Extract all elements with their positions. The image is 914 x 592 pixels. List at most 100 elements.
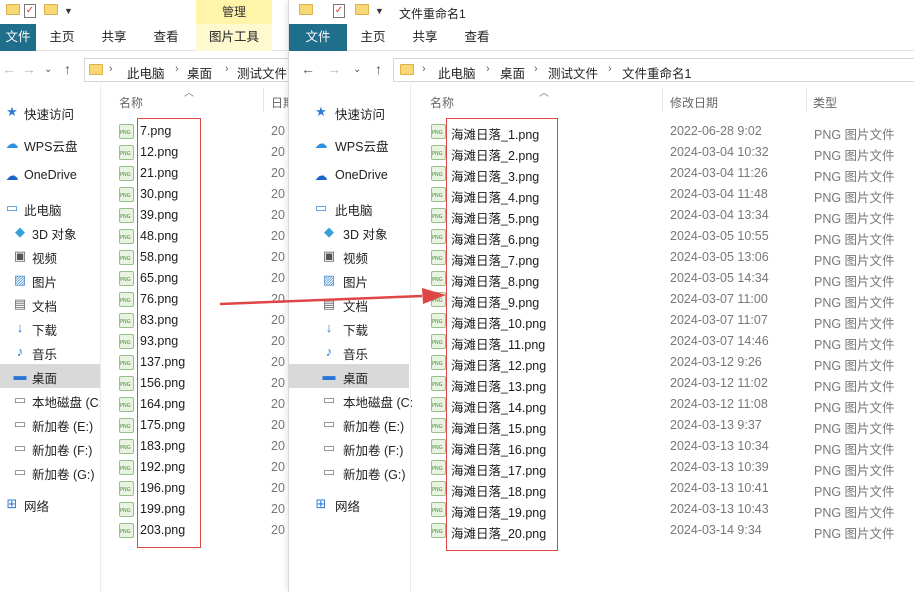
- png-file-icon: [431, 460, 446, 475]
- file-row[interactable]: 海滩日落_7.png2024-03-05 13:06PNG 图片文件: [289, 247, 914, 268]
- column-divider[interactable]: [662, 88, 663, 112]
- file-type: PNG 图片文件: [814, 149, 895, 163]
- breadcrumb-item[interactable]: 文件重命名1: [622, 63, 691, 82]
- column-divider[interactable]: [806, 88, 807, 112]
- file-row[interactable]: 海滩日落_15.png2024-03-13 9:37PNG 图片文件: [289, 415, 914, 436]
- arrow-icon: [219, 288, 446, 306]
- tab-home[interactable]: 主页: [36, 24, 88, 51]
- breadcrumb-item[interactable]: 桌面: [187, 63, 212, 82]
- column-header-type[interactable]: 类型: [813, 94, 837, 111]
- file-date: 2024-03-05 10:55: [670, 229, 769, 243]
- properties-icon[interactable]: ✓: [24, 4, 38, 18]
- column-header-name[interactable]: 名称: [119, 94, 143, 111]
- file-date: 2024-03-04 13:34: [670, 208, 769, 222]
- file-type: PNG 图片文件: [814, 191, 895, 205]
- png-file-icon: [431, 187, 446, 202]
- back-arrow-icon[interactable]: ←: [2, 61, 16, 77]
- column-header-name[interactable]: 名称: [430, 94, 454, 111]
- png-file-icon: [119, 292, 134, 307]
- file-row[interactable]: 海滩日落_14.png2024-03-12 11:08PNG 图片文件: [289, 394, 914, 415]
- file-row[interactable]: 海滩日落_12.png2024-03-12 9:26PNG 图片文件: [289, 352, 914, 373]
- file-row[interactable]: 海滩日落_16.png2024-03-13 10:34PNG 图片文件: [289, 436, 914, 457]
- file-row[interactable]: 海滩日落_17.png2024-03-13 10:39PNG 图片文件: [289, 457, 914, 478]
- file-type: PNG 图片文件: [814, 401, 895, 415]
- properties-icon[interactable]: ✓: [333, 4, 347, 18]
- png-file-icon: [119, 313, 134, 328]
- file-row[interactable]: 海滩日落_18.png2024-03-13 10:41PNG 图片文件: [289, 478, 914, 499]
- file-row[interactable]: 海滩日落_11.png2024-03-07 14:46PNG 图片文件: [289, 331, 914, 352]
- tab-home[interactable]: 主页: [347, 24, 399, 51]
- file-type: PNG 图片文件: [814, 464, 895, 478]
- file-type: PNG 图片文件: [814, 254, 895, 268]
- tab-share[interactable]: 共享: [399, 24, 451, 51]
- png-file-icon: [119, 145, 134, 160]
- file-type: PNG 图片文件: [814, 422, 895, 436]
- folder-icon[interactable]: [299, 4, 313, 18]
- file-date: 20: [271, 418, 285, 432]
- file-date: 2024-03-12 9:26: [670, 355, 762, 369]
- column-header-date[interactable]: 修改日期: [670, 94, 718, 111]
- file-date: 2024-03-04 11:48: [670, 187, 768, 201]
- breadcrumb-item[interactable]: 此电脑: [438, 63, 476, 82]
- file-date: 2024-03-14 9:34: [670, 523, 762, 537]
- file-date: 2024-03-05 14:34: [670, 271, 769, 285]
- file-row[interactable]: 海滩日落_6.png2024-03-05 10:55PNG 图片文件: [289, 226, 914, 247]
- column-divider[interactable]: [263, 88, 264, 112]
- png-file-icon: [431, 418, 446, 433]
- png-file-icon: [431, 502, 446, 517]
- folder-icon[interactable]: [6, 4, 20, 18]
- forward-arrow-icon[interactable]: →: [327, 61, 341, 77]
- tab-manage[interactable]: 管理: [196, 0, 272, 24]
- right-address-bar: ← → ⌄ ↑ › 此电脑 › 桌面 › 测试文件 › 文件重命名1: [289, 56, 914, 84]
- breadcrumb[interactable]: › 此电脑 › 桌面 › 测试文件: [84, 58, 288, 82]
- back-arrow-icon[interactable]: ←: [301, 61, 315, 77]
- file-row[interactable]: 海滩日落_13.png2024-03-12 11:02PNG 图片文件: [289, 373, 914, 394]
- left-address-bar: ← → ⌄ ↑ › 此电脑 › 桌面 › 测试文件: [0, 56, 288, 84]
- up-arrow-icon[interactable]: ↑: [375, 61, 382, 77]
- file-type: PNG 图片文件: [814, 275, 895, 289]
- forward-arrow-icon[interactable]: →: [22, 61, 36, 77]
- folder-icon: [400, 64, 414, 75]
- file-row[interactable]: 海滩日落_1.png2022-06-28 9:02PNG 图片文件: [289, 121, 914, 142]
- png-file-icon: [431, 124, 446, 139]
- file-date: 20: [271, 313, 285, 327]
- file-date: 20: [271, 250, 285, 264]
- file-row[interactable]: 海滩日落_2.png2024-03-04 10:32PNG 图片文件: [289, 142, 914, 163]
- star-icon: ★: [6, 104, 18, 119]
- breadcrumb-item[interactable]: 桌面: [500, 63, 525, 82]
- png-file-icon: [119, 208, 134, 223]
- file-row[interactable]: 海滩日落_3.png2024-03-04 11:26PNG 图片文件: [289, 163, 914, 184]
- new-folder-icon[interactable]: [44, 4, 58, 18]
- file-row[interactable]: 海滩日落_20.png2024-03-14 9:34PNG 图片文件: [289, 520, 914, 541]
- tab-file[interactable]: 文件: [289, 24, 347, 51]
- chevron-down-icon[interactable]: ▼: [64, 6, 73, 16]
- file-date: 2024-03-13 10:34: [670, 439, 769, 453]
- tab-file[interactable]: 文件: [0, 24, 36, 51]
- tab-view[interactable]: 查看: [140, 24, 192, 51]
- png-file-icon: [431, 145, 446, 160]
- window-title: 文件重命名1: [399, 7, 466, 21]
- tab-picture-tools[interactable]: 图片工具: [196, 24, 272, 51]
- recent-chevron-icon[interactable]: ⌄: [353, 64, 361, 75]
- up-arrow-icon[interactable]: ↑: [64, 61, 71, 77]
- breadcrumb[interactable]: › 此电脑 › 桌面 › 测试文件 › 文件重命名1: [393, 58, 914, 82]
- png-file-icon: [119, 418, 134, 433]
- recent-chevron-icon[interactable]: ⌄: [44, 64, 52, 75]
- column-header-date[interactable]: 日期: [271, 94, 288, 111]
- png-file-icon: [119, 481, 134, 496]
- sort-up-icon: ︿: [539, 88, 549, 99]
- breadcrumb-item[interactable]: 测试文件: [548, 63, 598, 82]
- chevron-down-icon[interactable]: ▼: [375, 6, 384, 16]
- file-date: 2024-03-04 11:26: [670, 166, 768, 180]
- tab-share[interactable]: 共享: [88, 24, 140, 51]
- file-row[interactable]: 海滩日落_4.png2024-03-04 11:48PNG 图片文件: [289, 184, 914, 205]
- file-row[interactable]: 海滩日落_10.png2024-03-07 11:07PNG 图片文件: [289, 310, 914, 331]
- png-file-icon: [119, 271, 134, 286]
- new-folder-icon[interactable]: [355, 4, 369, 18]
- file-row[interactable]: 海滩日落_5.png2024-03-04 13:34PNG 图片文件: [289, 205, 914, 226]
- file-row[interactable]: 海滩日落_19.png2024-03-13 10:43PNG 图片文件: [289, 499, 914, 520]
- breadcrumb-item[interactable]: 此电脑: [127, 63, 165, 82]
- breadcrumb-item[interactable]: 测试文件: [237, 63, 287, 82]
- file-date: 20: [271, 460, 285, 474]
- tab-view[interactable]: 查看: [451, 24, 503, 51]
